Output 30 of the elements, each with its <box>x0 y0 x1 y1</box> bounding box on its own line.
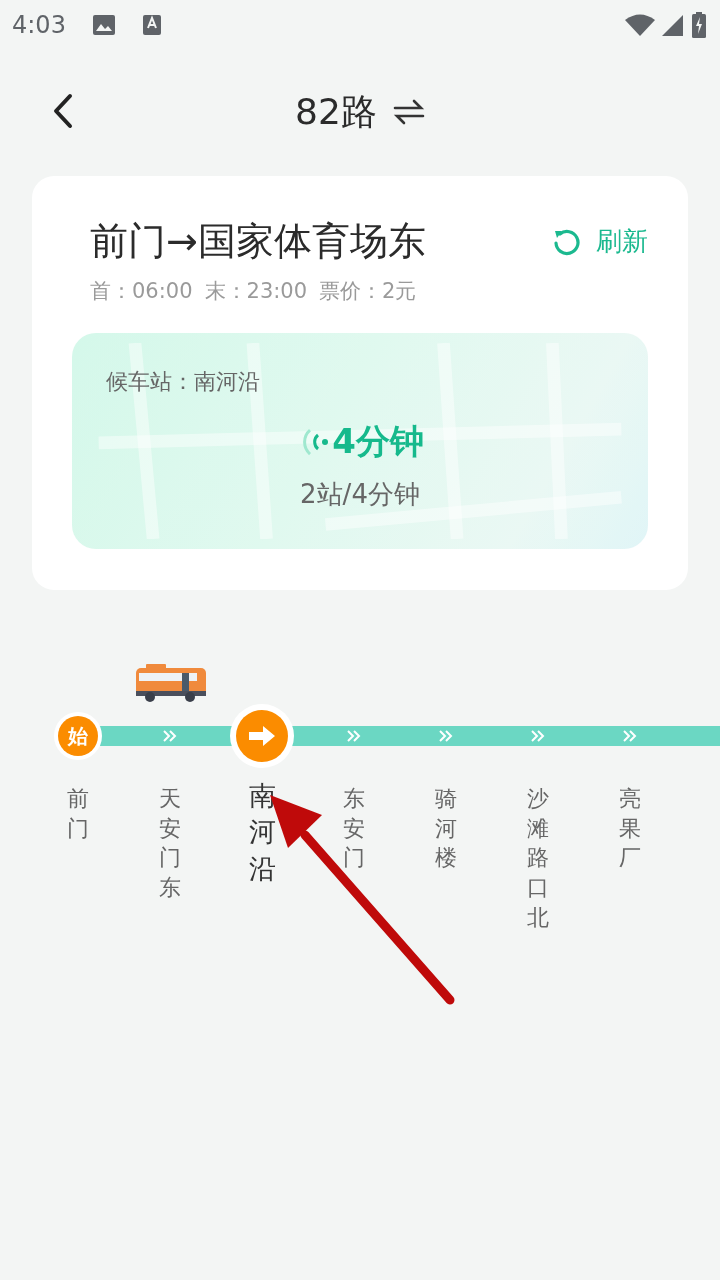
arrival-time: 4分钟 <box>332 420 424 463</box>
waiting-station: 候车站：南河沿 <box>106 368 261 396</box>
chevron-left-icon <box>52 93 74 129</box>
double-chevron-icon <box>347 729 361 742</box>
battery-icon <box>692 12 706 38</box>
stops-and-time: 2站/4分钟 <box>299 478 421 511</box>
start-badge: 始 <box>54 712 102 760</box>
station-name[interactable]: 天安门东 <box>159 784 181 903</box>
station-name[interactable]: 东安门 <box>343 784 365 874</box>
status-time: 4:03 <box>12 11 66 39</box>
station-name[interactable]: 南河沿 <box>248 778 276 888</box>
first-bus-time: 首：06:00 <box>90 278 193 305</box>
station-name[interactable]: 骑河楼 <box>435 784 457 874</box>
double-chevron-icon <box>163 729 177 742</box>
double-chevron-icon <box>623 729 637 742</box>
route-number: 82路 <box>295 89 377 134</box>
double-chevron-icon <box>531 729 545 742</box>
station-name[interactable]: 亮果厂 <box>619 784 641 874</box>
swap-direction-icon[interactable] <box>392 99 425 125</box>
route-title: 前门→国家体育场东 <box>90 218 427 265</box>
wifi-icon <box>624 13 656 37</box>
station-name[interactable]: 前门 <box>67 784 89 844</box>
last-bus-time: 末：23:00 <box>204 278 308 305</box>
font-icon <box>141 14 162 36</box>
arrow-right-icon <box>247 724 277 748</box>
station-name[interactable]: 沙滩路口北 <box>527 784 549 933</box>
signal-icon <box>660 13 684 37</box>
image-icon <box>91 14 116 36</box>
double-chevron-icon <box>439 729 453 742</box>
fare: 票价：2元 <box>319 278 417 305</box>
